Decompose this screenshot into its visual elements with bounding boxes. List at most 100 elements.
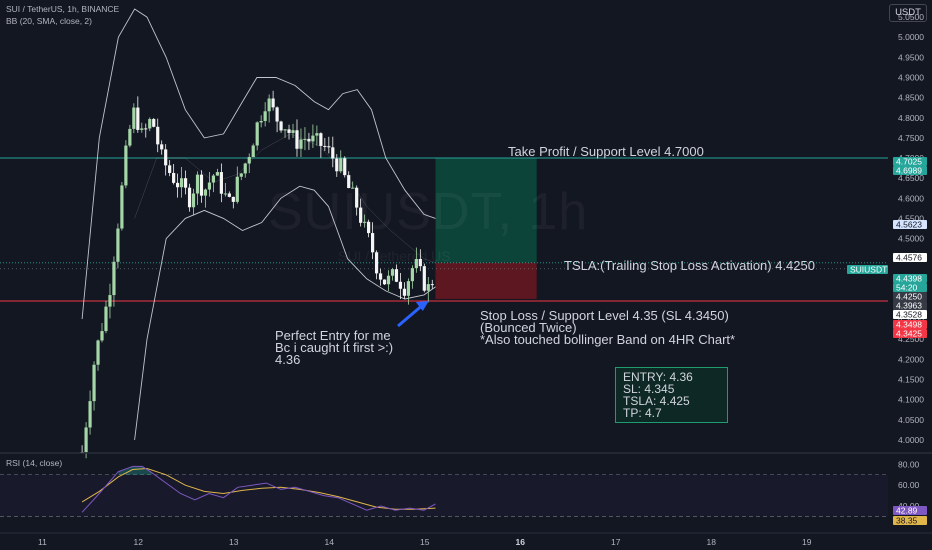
time-tick-label: 16 (516, 537, 526, 547)
candle-body (88, 401, 92, 428)
candle-body (331, 147, 335, 159)
candle-body (275, 107, 279, 122)
candle-body (295, 130, 299, 149)
rsi-tick-label: 80.00 (898, 459, 920, 469)
candle-body (315, 133, 319, 136)
candle-body (160, 144, 164, 150)
price-tick-label: 4.5000 (898, 234, 924, 244)
candle-body (291, 130, 295, 133)
candle-body (263, 111, 267, 121)
candle-body (235, 176, 239, 202)
price-tag-label: 4.4576 (896, 253, 922, 263)
symbol-watermark: SUIUSDT, 1h (268, 182, 588, 242)
candle-body (195, 174, 200, 194)
candle-body (128, 128, 132, 146)
candle-body (307, 138, 311, 142)
price-tick-label: 4.6000 (898, 193, 924, 203)
rsi-value-label: 42.89 (896, 506, 918, 516)
time-tick-label: 14 (325, 537, 335, 547)
time-tick-label: 17 (611, 537, 621, 547)
stop-loss-line-3: *Also touched bollinger Band on 4HR Char… (480, 332, 736, 347)
candle-body (148, 119, 152, 129)
rsi-header[interactable]: RSI (14, close) (6, 458, 62, 468)
candle-body (227, 193, 231, 197)
price-tick-label: 4.0500 (898, 415, 924, 425)
candle-body (422, 266, 426, 291)
time-tick-label: 19 (802, 537, 812, 547)
candle-body (191, 193, 196, 208)
candle-body (100, 331, 104, 341)
candle-body (398, 281, 403, 289)
price-tag-label: SUIUSDT (850, 265, 887, 275)
candle-body (203, 189, 208, 196)
candle-body (168, 165, 172, 173)
candle-body (92, 364, 96, 402)
price-tick-label: 4.8500 (898, 93, 924, 103)
candle-body (179, 178, 184, 188)
price-tick-label: 4.0000 (898, 435, 924, 445)
candle-body (323, 145, 327, 147)
time-tick-label: 11 (38, 537, 47, 547)
candle-body (96, 340, 100, 365)
name-watermark: SUI / Tethered US (338, 248, 451, 264)
candle-body (207, 182, 212, 190)
candle-body (299, 139, 303, 149)
candle-body (124, 145, 128, 186)
candle-body (426, 284, 430, 291)
summary-tp: TP: 4.7 (623, 406, 662, 420)
candle-body (287, 129, 291, 133)
entry-note-line-3: 4.36 (275, 352, 301, 367)
price-tick-label: 4.9000 (898, 72, 924, 82)
candle-body (211, 175, 216, 183)
candle-body (136, 107, 140, 130)
candle-body (279, 121, 283, 131)
candle-body (402, 288, 407, 296)
rsi-value-label: 38.35 (896, 516, 918, 526)
trade-summary-box: ENTRY: 4.36 SL: 4.345 TSLA: 4.425 TP: 4.… (615, 367, 728, 423)
symbol-header[interactable]: SUI / TetherUS, 1h, BINANCE (6, 4, 119, 14)
loss-zone (435, 262, 537, 299)
time-tick-label: 15 (420, 537, 430, 547)
candle-body (84, 427, 88, 453)
candle-body (199, 174, 204, 196)
price-tag-label: 4.6989 (896, 166, 922, 176)
candle-body (255, 122, 259, 146)
time-tick-label: 12 (134, 537, 144, 547)
candle-body (187, 187, 192, 208)
price-tag-label: 4.3425 (896, 329, 922, 339)
rsi-tick-label: 60.00 (898, 480, 920, 490)
candle-body (311, 135, 315, 142)
candle-body (243, 163, 247, 174)
time-tick-label: 13 (229, 537, 239, 547)
candle-body (132, 107, 136, 129)
candle-body (283, 129, 287, 131)
candle-body (140, 128, 144, 130)
candle-body (247, 157, 251, 164)
candle-body (430, 284, 434, 286)
price-tick-label: 5.0000 (898, 32, 924, 42)
candle-body (271, 98, 275, 108)
price-tick-label: 4.8000 (898, 113, 924, 123)
candle-body (319, 133, 323, 146)
price-tick-label: 4.7500 (898, 133, 924, 143)
currency-button[interactable]: USDT (889, 4, 927, 22)
candle-body (335, 158, 339, 172)
candle-body (251, 145, 255, 158)
price-tick-label: 4.9500 (898, 52, 924, 62)
candle-body (382, 279, 387, 285)
candle-body (156, 126, 160, 145)
candle-body (108, 295, 112, 307)
candle-body (172, 172, 176, 183)
price-tick-label: 4.1500 (898, 375, 924, 385)
trading-chart[interactable]: 5.05005.00004.95004.90004.85004.80004.75… (0, 0, 932, 550)
candle-body (339, 158, 343, 172)
candle-body (112, 261, 116, 296)
candle-body (176, 182, 180, 188)
indicator-header[interactable]: BB (20, SMA, close, 2) (6, 16, 92, 26)
time-tick-label: 18 (707, 537, 717, 547)
candle-body (104, 306, 108, 332)
candle-body (215, 172, 220, 176)
tsla-annotation: TSLA:(Trailing Stop Loss Activation) 4.4… (564, 258, 815, 273)
candle-body (410, 268, 414, 282)
candle-body (231, 196, 235, 202)
